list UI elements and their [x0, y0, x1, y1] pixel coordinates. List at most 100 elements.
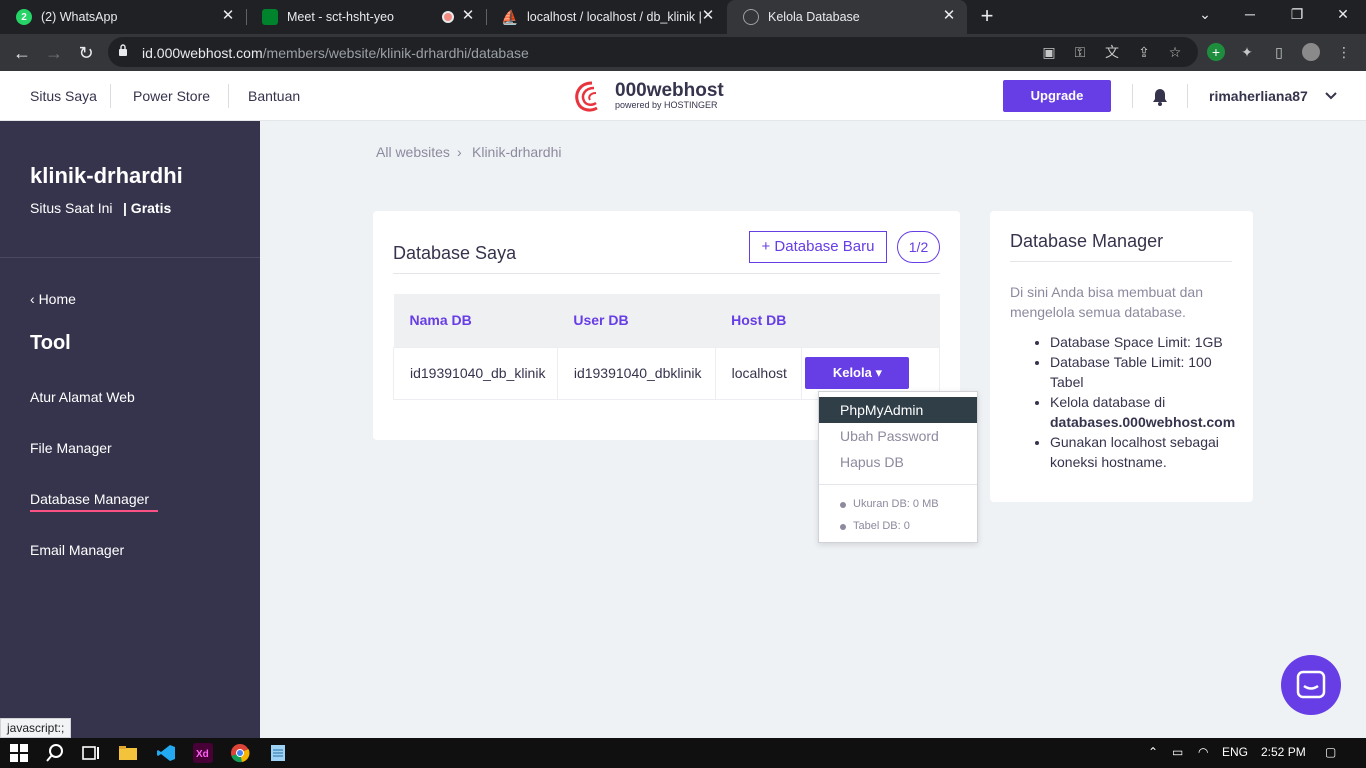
logo-brand: 000webhost: [615, 80, 724, 101]
bookmark-star-icon[interactable]: ☆: [1166, 43, 1184, 61]
bullet-icon: [840, 524, 846, 530]
nav-divider: [110, 84, 111, 108]
menu-divider: [819, 484, 977, 485]
share-icon[interactable]: ⇪: [1135, 43, 1153, 61]
nav-divider: [228, 84, 229, 108]
database-table: Nama DB User DB Host DB id19391040_db_kl…: [393, 294, 940, 400]
file-explorer-icon[interactable]: [118, 743, 138, 763]
key-icon[interactable]: ⚿: [1071, 43, 1089, 61]
column-header: User DB: [557, 294, 716, 347]
new-database-button[interactable]: + Database Baru: [749, 231, 887, 263]
upgrade-button[interactable]: Upgrade: [1003, 80, 1111, 112]
db-table-stat: Tabel DB: 0: [853, 520, 910, 532]
url-text: id.000webhost.com/members/website/klinik…: [142, 45, 529, 61]
clock[interactable]: 2:52 PM: [1261, 745, 1306, 759]
task-view-icon[interactable]: [80, 743, 100, 763]
sidebar-home-link[interactable]: ‹ Home: [30, 291, 76, 307]
chat-launcher-button[interactable]: [1281, 655, 1341, 715]
side-panel-icon[interactable]: ▯: [1270, 43, 1288, 61]
site-status: Situs Saat Ini: [30, 200, 113, 216]
nav-bantuan[interactable]: Bantuan: [248, 88, 300, 104]
sidebar-item-email-manager[interactable]: Email Manager: [30, 542, 124, 558]
sidebar-item-file-manager[interactable]: File Manager: [30, 440, 112, 456]
database-count-badge: 1/2: [897, 231, 940, 263]
list-item: Kelola database didatabases.000webhost.c…: [1050, 392, 1242, 432]
battery-icon[interactable]: ▭: [1172, 745, 1183, 759]
cast-blocked-icon[interactable]: ▣: [1040, 43, 1058, 61]
notepad-icon[interactable]: [268, 743, 288, 763]
profile-avatar[interactable]: [1302, 43, 1320, 61]
address-bar[interactable]: id.000webhost.com/members/website/klinik…: [108, 37, 1198, 67]
close-window-icon[interactable]: ✕: [1333, 6, 1353, 23]
back-icon[interactable]: ←: [11, 42, 33, 64]
forward-icon[interactable]: →: [43, 42, 65, 64]
logo-sub: powered by HOSTINGER: [615, 100, 718, 110]
tab-search-icon[interactable]: ⌄: [1195, 6, 1215, 23]
phpmyadmin-icon: ⛵: [501, 8, 519, 25]
caret-down-icon: ▾: [871, 365, 882, 380]
close-icon[interactable]: ✕: [700, 8, 716, 24]
table-header-row: Nama DB User DB Host DB: [393, 294, 940, 347]
minimize-icon[interactable]: ─: [1240, 6, 1260, 22]
menu-dots-icon[interactable]: ⋮: [1335, 43, 1353, 61]
chrome-icon[interactable]: [230, 743, 250, 763]
tab-kelola-database[interactable]: Kelola Database ✕: [727, 0, 967, 34]
menu-item-phpmyadmin[interactable]: PhpMyAdmin: [819, 397, 977, 423]
vscode-icon[interactable]: [156, 743, 176, 763]
breadcrumb-root[interactable]: All websites: [376, 144, 450, 160]
sidebar-item-atur-alamat-web[interactable]: Atur Alamat Web: [30, 389, 135, 405]
tab-title: Kelola Database: [768, 10, 860, 24]
nav-situs-saya[interactable]: Situs Saya: [30, 88, 97, 104]
tab-meet[interactable]: Meet - sct-hsht-yeo ✕: [246, 0, 486, 34]
tray-chevron-up-icon[interactable]: ⌃: [1148, 745, 1158, 759]
windows-taskbar: Xd ⌃ ▭ ◠ ENG 2:52 PM ▢: [0, 738, 1366, 768]
nav-power-store[interactable]: Power Store: [133, 88, 210, 104]
close-icon[interactable]: ✕: [220, 8, 236, 24]
wifi-icon[interactable]: ◠: [1198, 745, 1208, 759]
menu-item-hapus-db[interactable]: Hapus DB: [819, 449, 977, 475]
chat-icon: [1296, 670, 1326, 699]
kelola-dropdown-button[interactable]: Kelola ▾: [805, 357, 910, 389]
site-header: Situs Saya Power Store Bantuan 000webhos…: [0, 71, 1366, 121]
info-bullet-list: Database Space Limit: 1GB Database Table…: [1032, 332, 1242, 472]
active-item-underline: [30, 510, 158, 512]
sidebar: klinik-drhardhi Situs Saat Ini | Gratis …: [0, 121, 260, 738]
windows-start-icon[interactable]: [9, 743, 29, 763]
notifications-icon[interactable]: ▢: [1325, 745, 1336, 759]
db-name-cell: id19391040_db_klinik: [393, 346, 558, 400]
adobe-xd-icon[interactable]: Xd: [193, 743, 213, 763]
close-icon[interactable]: ✕: [941, 8, 957, 24]
whatsapp-icon: 2: [16, 9, 32, 25]
db-user-cell: id19391040_dbklinik: [556, 346, 716, 400]
column-header: Nama DB: [393, 294, 558, 347]
search-icon[interactable]: [45, 743, 65, 763]
header-divider: [1187, 84, 1188, 108]
globe-icon: [743, 9, 759, 25]
username[interactable]: rimaherliana87: [1209, 88, 1308, 104]
column-header: Host DB: [715, 294, 802, 347]
extensions-puzzle-icon[interactable]: ✦: [1238, 43, 1256, 61]
site-plan: | Gratis: [123, 200, 172, 216]
language-indicator[interactable]: ENG: [1222, 745, 1248, 759]
bell-icon[interactable]: [1152, 88, 1168, 106]
close-icon[interactable]: ✕: [460, 8, 476, 24]
header-divider: [1132, 84, 1133, 108]
extension-plus-icon[interactable]: +: [1207, 43, 1225, 61]
tab-whatsapp[interactable]: 2 (2) WhatsApp ✕: [0, 0, 246, 34]
info-divider: [1010, 261, 1232, 262]
list-item: Gunakan localhost sebagai koneksi hostna…: [1050, 432, 1242, 472]
svg-text:Xd: Xd: [196, 749, 209, 760]
databases-link[interactable]: databases.000webhost.com: [1050, 414, 1235, 430]
logo[interactable]: 000webhost powered by HOSTINGER: [572, 79, 724, 113]
chevron-down-icon[interactable]: [1325, 91, 1337, 101]
tab-phpmyadmin[interactable]: ⛵ localhost / localhost / db_klinik | ✕: [486, 0, 726, 34]
tab-title: Meet - sct-hsht-yeo: [287, 10, 394, 24]
reload-icon[interactable]: ↻: [75, 42, 97, 64]
restore-icon[interactable]: ❐: [1287, 6, 1307, 23]
site-name: klinik-drhardhi: [30, 163, 183, 188]
menu-item-ubah-password[interactable]: Ubah Password: [819, 423, 977, 449]
sidebar-section-title: Tool: [30, 332, 71, 354]
new-tab-button[interactable]: +: [976, 5, 998, 27]
sidebar-item-database-manager[interactable]: Database Manager: [30, 491, 149, 507]
translate-icon[interactable]: 文: [1103, 43, 1121, 61]
